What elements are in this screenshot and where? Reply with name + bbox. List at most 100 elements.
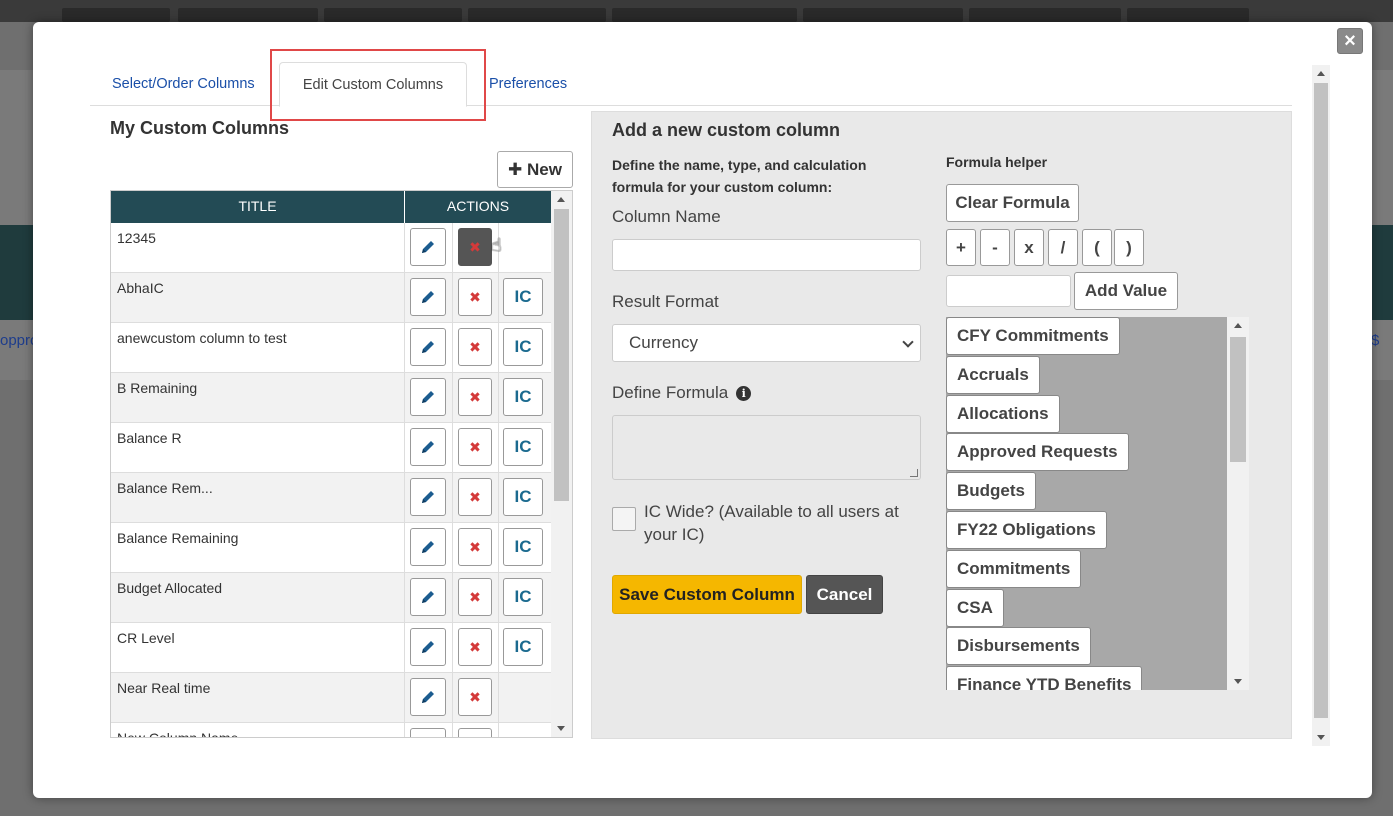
tab-preferences[interactable]: Preferences xyxy=(489,76,567,92)
edit-button[interactable] xyxy=(410,378,446,416)
result-format-value: Currency xyxy=(629,333,698,352)
formula-field-button[interactable]: CSA xyxy=(946,588,1004,627)
field-list-scrollbar[interactable] xyxy=(1227,317,1249,690)
add-value-button[interactable]: Add Value xyxy=(1074,272,1178,310)
row-title: anewcustom column to test xyxy=(111,323,405,372)
result-format-select[interactable]: Currency xyxy=(612,324,921,362)
hand-cursor-icon: ☝ xyxy=(491,235,502,255)
delete-button[interactable]: ✖ xyxy=(458,278,492,316)
row-title: Near Real time xyxy=(111,673,405,722)
row-title: Budget Allocated xyxy=(111,573,405,622)
formula-field-button[interactable]: CFY Commitments xyxy=(946,317,1120,355)
pencil-icon xyxy=(422,491,434,503)
value-input[interactable] xyxy=(946,275,1071,307)
close-button[interactable]: × xyxy=(1337,28,1363,54)
formula-textarea[interactable] xyxy=(612,415,921,480)
ic-button[interactable]: IC xyxy=(503,478,543,516)
add-column-description: Define the name, type, and calculation f… xyxy=(612,157,867,195)
row-title: CR Level xyxy=(111,623,405,672)
custom-columns-table: TITLE ACTIONS 12345 ✖ AbhaIC ✖ IC anewcustom … xyxy=(110,190,573,738)
delete-x-icon: ✖ xyxy=(469,339,481,355)
resize-grip-icon[interactable] xyxy=(910,469,918,477)
edit-button[interactable] xyxy=(410,528,446,566)
formula-helper-title: Formula helper xyxy=(946,154,1048,170)
table-row: 12345 ✖ xyxy=(111,223,551,273)
formula-field-button[interactable]: FY22 Obligations xyxy=(946,511,1107,549)
table-row: New Column Name ✖ xyxy=(111,723,551,737)
delete-x-icon: ✖ xyxy=(469,439,481,455)
operator-button[interactable]: + xyxy=(946,229,976,266)
clear-formula-button[interactable]: Clear Formula xyxy=(946,184,1079,222)
formula-field-button[interactable]: Allocations xyxy=(946,394,1060,433)
new-button-label: New xyxy=(527,160,562,179)
save-custom-column-button[interactable]: Save Custom Column xyxy=(612,575,802,614)
delete-button[interactable]: ✖ xyxy=(458,728,492,737)
delete-button[interactable]: ✖ xyxy=(458,228,492,266)
operator-button[interactable]: / xyxy=(1048,229,1078,266)
custom-columns-modal: × Select/Order Columns Edit Custom Colum… xyxy=(33,22,1372,798)
edit-button[interactable] xyxy=(410,478,446,516)
pencil-icon xyxy=(422,391,434,403)
ic-button[interactable]: IC xyxy=(503,628,543,666)
delete-x-icon: ✖ xyxy=(469,689,481,705)
edit-button[interactable] xyxy=(410,328,446,366)
ic-button[interactable]: IC xyxy=(503,378,543,416)
delete-button[interactable]: ✖ xyxy=(458,378,492,416)
formula-field-button[interactable]: Accruals xyxy=(946,355,1040,394)
delete-button[interactable]: ✖ xyxy=(458,478,492,516)
ic-button[interactable]: IC xyxy=(503,528,543,566)
info-icon[interactable]: i xyxy=(736,386,752,401)
delete-button[interactable]: ✖ xyxy=(458,678,492,716)
delete-button[interactable]: ✖ xyxy=(458,628,492,666)
modal-scrollbar[interactable] xyxy=(1312,65,1330,746)
ic-wide-checkbox[interactable] xyxy=(612,507,636,531)
table-scrollbar[interactable] xyxy=(551,191,572,737)
edit-button[interactable] xyxy=(410,628,446,666)
add-column-title: Add a new custom column xyxy=(612,120,841,140)
cancel-button[interactable]: Cancel xyxy=(806,575,883,614)
column-name-label: Column Name xyxy=(612,207,721,226)
edit-button[interactable] xyxy=(410,728,446,737)
tab-select-order-columns[interactable]: Select/Order Columns xyxy=(112,76,255,92)
ic-button[interactable]: IC xyxy=(503,328,543,366)
pencil-icon xyxy=(422,641,434,653)
ic-button[interactable]: IC xyxy=(503,428,543,466)
table-row: Balance Rem... ✖ IC xyxy=(111,473,551,523)
edit-button[interactable] xyxy=(410,428,446,466)
new-column-button[interactable]: ✚ New xyxy=(497,151,573,188)
table-row: anewcustom column to test ✖ IC xyxy=(111,323,551,373)
formula-field-button[interactable]: Budgets xyxy=(946,472,1036,511)
edit-button[interactable] xyxy=(410,228,446,266)
row-title: Balance R xyxy=(111,423,405,472)
operator-button[interactable]: - xyxy=(980,229,1010,266)
edit-button[interactable] xyxy=(410,578,446,616)
delete-button[interactable]: ✖ xyxy=(458,428,492,466)
table-row: CR Level ✖ IC xyxy=(111,623,551,673)
delete-button[interactable]: ✖ xyxy=(458,528,492,566)
pencil-icon xyxy=(422,241,434,253)
edit-button[interactable] xyxy=(410,278,446,316)
edit-button[interactable] xyxy=(410,678,446,716)
delete-x-icon: ✖ xyxy=(469,639,481,655)
pencil-icon xyxy=(422,341,434,353)
delete-button[interactable]: ✖ xyxy=(458,578,492,616)
table-row: AbhaIC ✖ IC xyxy=(111,273,551,323)
formula-field-button[interactable]: Finance YTD Benefits xyxy=(946,666,1143,690)
ic-button[interactable]: IC xyxy=(503,278,543,316)
operator-button[interactable]: ) xyxy=(1114,229,1144,266)
ic-wide-label: IC Wide? (Available to all users at your… xyxy=(644,502,899,544)
operator-button[interactable]: x xyxy=(1014,229,1044,266)
formula-field-button[interactable]: Approved Requests xyxy=(946,433,1129,472)
formula-field-button[interactable]: Disbursements xyxy=(946,627,1091,666)
chevron-down-icon xyxy=(902,336,914,348)
column-name-input[interactable] xyxy=(612,239,921,271)
table-row: Balance Remaining ✖ IC xyxy=(111,523,551,573)
row-title: New Column Name xyxy=(111,723,405,737)
column-header-title: TITLE xyxy=(111,191,405,223)
row-title: Balance Rem... xyxy=(111,473,405,522)
delete-button[interactable]: ✖ xyxy=(458,328,492,366)
operator-button[interactable]: ( xyxy=(1082,229,1112,266)
formula-field-button[interactable]: Commitments xyxy=(946,549,1082,588)
ic-button[interactable]: IC xyxy=(503,578,543,616)
define-formula-label: Define Formula i xyxy=(612,383,752,403)
